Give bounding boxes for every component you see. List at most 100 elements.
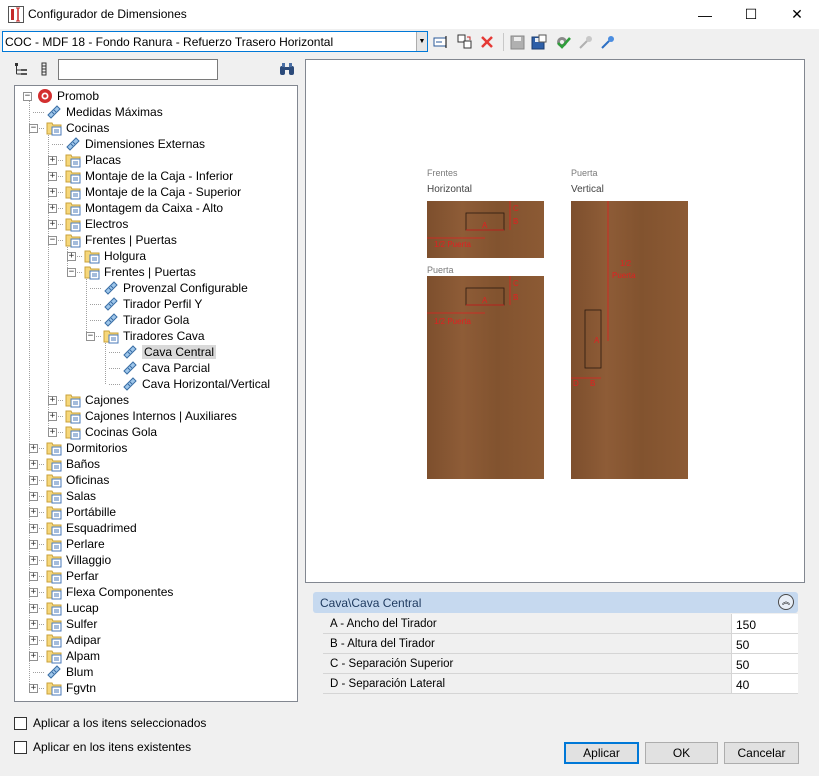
save-icon[interactable] (508, 33, 526, 51)
expand-node-icon[interactable]: + (48, 188, 57, 197)
collapse-node-icon[interactable]: − (67, 268, 76, 277)
tree-item[interactable]: Perlare (46, 536, 105, 552)
expand-node-icon[interactable]: + (48, 172, 57, 181)
property-value-input[interactable]: 50 (732, 654, 798, 673)
expand-node-icon[interactable]: + (29, 524, 38, 533)
tree-item[interactable]: Provenzal Configurable (103, 280, 248, 296)
tree-item[interactable]: Montagem da Caixa - Alto (65, 200, 223, 216)
expand-node-icon[interactable]: + (48, 412, 57, 421)
expand-node-icon[interactable]: + (29, 684, 38, 693)
binoculars-icon[interactable] (279, 61, 295, 77)
expand-node-icon[interactable]: + (29, 556, 38, 565)
delete-icon[interactable] (478, 33, 496, 51)
tree-item[interactable]: Tirador Perfil Y (103, 296, 202, 312)
collapse-node-icon[interactable]: − (86, 332, 95, 341)
tree-item[interactable]: Dimensiones Externas (65, 136, 205, 152)
category-tree[interactable]: − Promob Medidas Máximas − Cocinas Dimensione… (14, 85, 298, 702)
expand-tree-icon[interactable] (13, 61, 29, 77)
collapse-node-icon[interactable]: − (48, 236, 57, 245)
minimize-button[interactable]: — (682, 0, 728, 29)
expand-node-icon[interactable]: + (29, 604, 38, 613)
tree-item[interactable]: Esquadrimed (46, 520, 137, 536)
tree-item[interactable]: Dormitorios (46, 440, 127, 456)
import-icon[interactable] (577, 33, 595, 51)
copy-icon[interactable] (456, 33, 474, 51)
tree-item[interactable]: Adipar (46, 632, 101, 648)
collapse-node-icon[interactable]: − (23, 92, 32, 101)
collapse-chevron-icon[interactable]: ︽ (778, 594, 794, 610)
expand-node-icon[interactable]: + (48, 220, 57, 229)
tree-item[interactable]: Placas (65, 152, 121, 168)
folder-icon (65, 184, 82, 200)
tree-item-label: Dormitorios (66, 441, 128, 455)
tree-item[interactable]: Frentes | Puertas (84, 264, 196, 280)
expand-node-icon[interactable]: + (29, 476, 38, 485)
ok-button[interactable]: OK (645, 742, 718, 764)
expand-node-icon[interactable]: + (48, 156, 57, 165)
tree-item[interactable]: Cajones (65, 392, 129, 408)
close-button[interactable]: ✕ (774, 0, 819, 29)
tree-item[interactable]: Cajones Internos | Auxiliares (65, 408, 237, 424)
collapse-node-icon[interactable]: − (29, 124, 38, 133)
tree-item[interactable]: Cava Central (122, 344, 217, 360)
tree-item[interactable]: Electros (65, 216, 128, 232)
property-value-input[interactable]: 50 (732, 634, 798, 653)
expand-node-icon[interactable]: + (48, 396, 57, 405)
tree-item[interactable]: Baños (46, 456, 100, 472)
tree-item[interactable]: Holgura (84, 248, 146, 264)
save-as-icon[interactable] (530, 33, 548, 51)
property-value-input[interactable]: 150 (732, 614, 798, 633)
expand-node-icon[interactable]: + (29, 636, 38, 645)
apply-existing-option[interactable]: Aplicar en los itens existentes (14, 740, 191, 754)
apply-selected-option[interactable]: Aplicar a los itens seleccionados (14, 716, 206, 730)
chevron-down-icon[interactable]: ▼ (416, 32, 427, 51)
expand-node-icon[interactable]: + (29, 620, 38, 629)
tree-item[interactable]: Tirador Gola (103, 312, 189, 328)
apply-selected-checkbox[interactable] (14, 716, 27, 730)
tree-item[interactable]: Cocinas (46, 120, 109, 136)
tree-item[interactable]: Montaje de la Caja - Superior (65, 184, 241, 200)
tree-item[interactable]: Blum (46, 664, 93, 680)
tree-item[interactable]: Oficinas (46, 472, 109, 488)
settings-check-icon[interactable] (553, 33, 571, 51)
apply-selected-label: Aplicar a los itens seleccionados (33, 716, 207, 730)
expand-node-icon[interactable]: + (29, 588, 38, 597)
tree-item[interactable]: Montaje de la Caja - Inferior (65, 168, 233, 184)
tree-item[interactable]: Fgvtn (46, 680, 96, 696)
tree-item[interactable]: Perfar (46, 568, 99, 584)
tree-item[interactable]: Portábille (46, 504, 116, 520)
tree-item[interactable]: Lucap (46, 600, 99, 616)
expand-node-icon[interactable]: + (29, 508, 38, 517)
tree-item[interactable]: Cava Horizontal/Vertical (122, 376, 270, 392)
rename-icon[interactable] (432, 33, 450, 51)
cancel-button[interactable]: Cancelar (724, 742, 799, 764)
tree-item[interactable]: Salas (46, 488, 96, 504)
expand-node-icon[interactable]: + (48, 428, 57, 437)
tree-item[interactable]: Sulfer (46, 616, 97, 632)
apply-button[interactable]: Aplicar (564, 742, 639, 764)
export-icon[interactable] (599, 33, 617, 51)
tree-item[interactable]: Villaggio (46, 552, 111, 568)
tree-item[interactable]: Cocinas Gola (65, 424, 157, 440)
expand-node-icon[interactable]: + (67, 252, 76, 261)
tree-item[interactable]: Tiradores Cava (103, 328, 205, 344)
expand-node-icon[interactable]: + (29, 460, 38, 469)
tree-item[interactable]: Flexa Componentes (46, 584, 173, 600)
tree-item[interactable]: Medidas Máximas (46, 104, 163, 120)
tree-item[interactable]: Alpam (46, 648, 100, 664)
maximize-button[interactable]: ☐ (728, 0, 774, 29)
tree-item[interactable]: Frentes | Puertas (65, 232, 177, 248)
tree-item[interactable]: Cava Parcial (122, 360, 210, 376)
expand-node-icon[interactable]: + (29, 652, 38, 661)
tree-item[interactable]: Promob (37, 88, 99, 104)
property-value-input[interactable]: 40 (732, 674, 798, 693)
expand-node-icon[interactable]: + (29, 540, 38, 549)
collapse-tree-icon[interactable] (36, 61, 52, 77)
expand-node-icon[interactable]: + (48, 204, 57, 213)
expand-node-icon[interactable]: + (29, 572, 38, 581)
search-input[interactable] (58, 59, 218, 80)
expand-node-icon[interactable]: + (29, 492, 38, 501)
expand-node-icon[interactable]: + (29, 444, 38, 453)
configuration-combo[interactable]: COC - MDF 18 - Fondo Ranura - Refuerzo T… (2, 31, 428, 52)
apply-existing-checkbox[interactable] (14, 740, 27, 754)
